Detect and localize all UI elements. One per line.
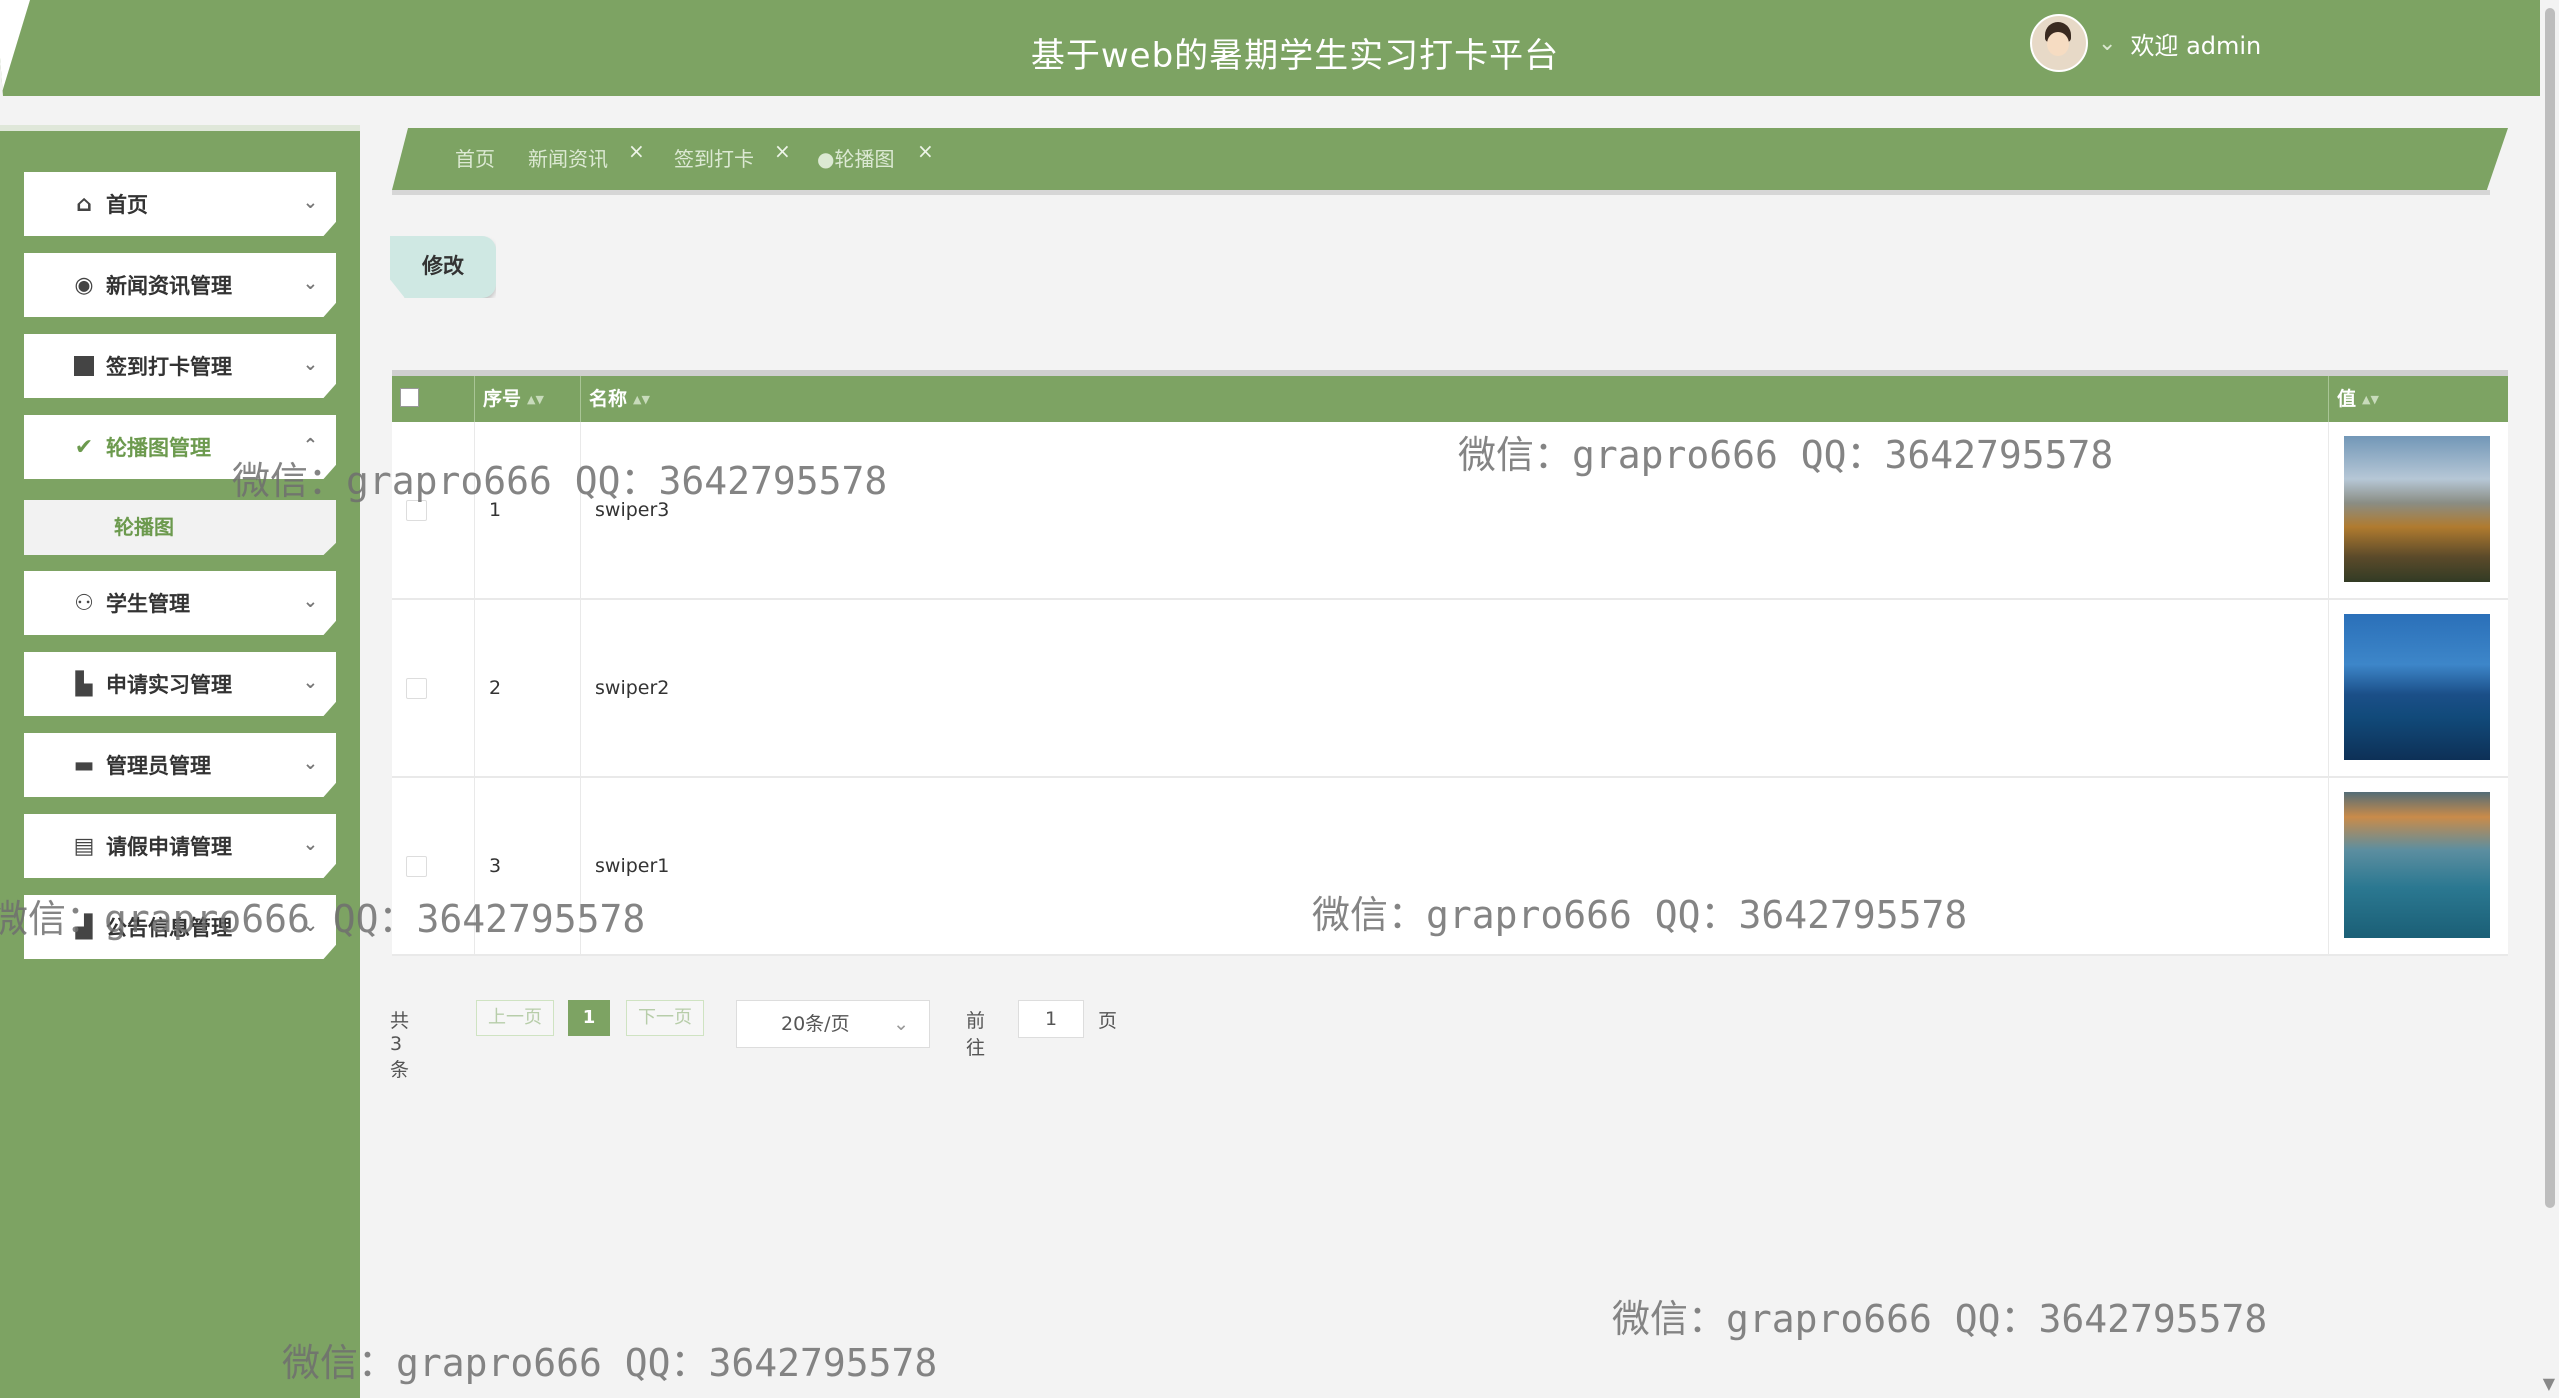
index-cell: 1 — [474, 422, 580, 598]
column-header-name[interactable]: 名称 ▲▼ — [580, 376, 2328, 422]
column-header-index[interactable]: 序号 ▲▼ — [474, 376, 580, 422]
sort-icon[interactable]: ▲▼ — [633, 393, 650, 406]
page-size-select[interactable]: 20条/页 ⌄ — [736, 1000, 930, 1048]
sidebar-item-label: 新闻资讯管理 — [106, 274, 232, 298]
goto-page-input[interactable]: 1 — [1018, 1000, 1084, 1038]
row-select-cell[interactable] — [392, 600, 474, 776]
goto-suffix: 页 — [1098, 1010, 1118, 1032]
table-row[interactable]: 2 swiper2 — [392, 600, 2508, 778]
user-menu[interactable]: ⌄ 欢迎 admin — [2030, 14, 2261, 72]
sidebar-item-internship[interactable]: ▙ 申请实习管理 ⌄ — [24, 652, 336, 716]
sort-icon[interactable]: ▲▼ — [2362, 393, 2379, 406]
scroll-down-arrow-icon[interactable]: ▼ — [2543, 1374, 2555, 1393]
goto-label: 前往 — [966, 1010, 986, 1059]
tab-label: 首页 — [455, 147, 495, 171]
close-icon[interactable]: × — [917, 128, 934, 182]
tab-label: 新闻资讯 — [528, 147, 608, 171]
watermark: 微信：grapro666 QQ：3642795578 — [1458, 433, 2114, 477]
chevron-down-icon: ⌄ — [302, 672, 318, 693]
table-header: 序号 ▲▼ 名称 ▲▼ 值 ▲▼ — [392, 376, 2508, 422]
tab-home[interactable]: 首页 — [455, 128, 495, 190]
chevron-down-icon: ⌄ — [893, 1013, 909, 1035]
sidebar-item-label: 管理员管理 — [106, 754, 211, 778]
tab-news[interactable]: 新闻资讯 × — [528, 128, 645, 190]
sidebar-item-news[interactable]: ◉ 新闻资讯管理 ⌄ — [24, 253, 336, 317]
avatar[interactable] — [2030, 14, 2088, 72]
sidebar-divider — [0, 125, 360, 131]
index-cell: 2 — [474, 600, 580, 776]
page-scrollbar[interactable] — [2545, 8, 2555, 1208]
tabs-shadow — [392, 190, 2490, 195]
tab-checkin[interactable]: 签到打卡 × — [674, 128, 791, 190]
page-size-value: 20条/页 — [781, 1013, 850, 1035]
watermark: 微信：grapro666 QQ：3642795578 — [0, 897, 646, 941]
prev-page-button[interactable]: 上一页 — [476, 1000, 554, 1036]
watermark: 微信：grapro666 QQ：3642795578 — [232, 459, 888, 503]
sort-icon[interactable]: ▲▼ — [527, 393, 544, 406]
sidebar-item-label: 签到打卡管理 — [106, 355, 232, 379]
column-label: 值 — [2337, 388, 2357, 410]
name-cell: swiper2 — [580, 600, 2328, 776]
sidebar-item-checkin[interactable]: 签到打卡管理 ⌄ — [24, 334, 336, 398]
circle-dot-icon: ◉ — [74, 272, 94, 298]
chevron-down-icon: ⌄ — [302, 834, 318, 855]
grid-icon: ▙ — [75, 671, 93, 697]
next-page-button[interactable]: 下一页 — [626, 1000, 704, 1036]
tabs-bar: 首页 新闻资讯 × 签到打卡 × ●轮播图 × — [392, 128, 2508, 190]
sidebar-item-label: 请假申请管理 — [106, 835, 232, 859]
watermark: 微信：grapro666 QQ：3642795578 — [282, 1341, 938, 1385]
chevron-down-icon: ⌄ — [302, 753, 318, 774]
tab-carousel[interactable]: ●轮播图 × — [817, 128, 934, 190]
check-circle-icon: ✔ — [74, 434, 94, 460]
chevron-down-icon: ⌄ — [302, 192, 318, 213]
sidebar-item-admins[interactable]: ▬ 管理员管理 ⌄ — [24, 733, 336, 797]
table-row[interactable]: 1 swiper3 — [392, 422, 2508, 600]
carousel-image[interactable] — [2342, 790, 2492, 940]
sidebar-item-home[interactable]: ⌂ 首页 ⌄ — [24, 172, 336, 236]
watermark: 微信：grapro666 QQ：3642795578 — [1312, 893, 1968, 937]
chevron-down-icon[interactable]: ⌄ — [2098, 31, 2116, 56]
monitor-icon: ▬ — [73, 752, 95, 778]
tray-icon: ▤ — [73, 833, 95, 859]
sidebar-subitem-carousel[interactable]: 轮播图 — [24, 500, 336, 555]
close-icon[interactable]: × — [628, 128, 645, 182]
checkin-icon — [70, 356, 98, 376]
edit-button[interactable]: 修改 — [390, 236, 496, 298]
tab-label: 签到打卡 — [674, 147, 754, 171]
chevron-down-icon: ⌄ — [302, 273, 318, 294]
total-count: 共 3 条 — [390, 1010, 410, 1081]
sidebar-item-label: 轮播图管理 — [106, 436, 211, 460]
user-icon: ⚇ — [74, 590, 94, 616]
row-checkbox[interactable] — [406, 677, 427, 699]
close-icon[interactable]: × — [774, 128, 791, 182]
carousel-image[interactable] — [2342, 434, 2492, 584]
sidebar-item-leave[interactable]: ▤ 请假申请管理 ⌄ — [24, 814, 336, 878]
sidebar-item-label: 首页 — [106, 193, 148, 217]
column-label: 序号 — [483, 388, 522, 410]
page-number-current[interactable]: 1 — [568, 1000, 610, 1036]
row-checkbox[interactable] — [406, 855, 427, 877]
chevron-down-icon: ⌄ — [302, 591, 318, 612]
column-label: 名称 — [589, 388, 628, 410]
welcome-text: 欢迎 admin — [2130, 31, 2262, 60]
tab-label: ●轮播图 — [817, 147, 895, 171]
row-select-cell[interactable] — [392, 422, 474, 598]
column-header-value[interactable]: 值 ▲▼ — [2328, 376, 2508, 422]
chevron-down-icon: ⌄ — [302, 354, 318, 375]
sidebar-item-students[interactable]: ⚇ 学生管理 ⌄ — [24, 571, 336, 635]
watermark: 微信：grapro666 QQ：3642795578 — [1612, 1297, 2268, 1341]
sidebar-item-label: 学生管理 — [106, 592, 190, 616]
home-icon: ⌂ — [76, 191, 92, 217]
select-all-checkbox[interactable] — [400, 388, 419, 407]
carousel-image[interactable] — [2342, 612, 2492, 762]
top-header: 基于web的暑期学生实习打卡平台 ⌄ 欢迎 admin — [0, 0, 2540, 96]
header-select-all[interactable] — [392, 376, 474, 422]
sidebar-item-label: 申请实习管理 — [106, 673, 232, 697]
